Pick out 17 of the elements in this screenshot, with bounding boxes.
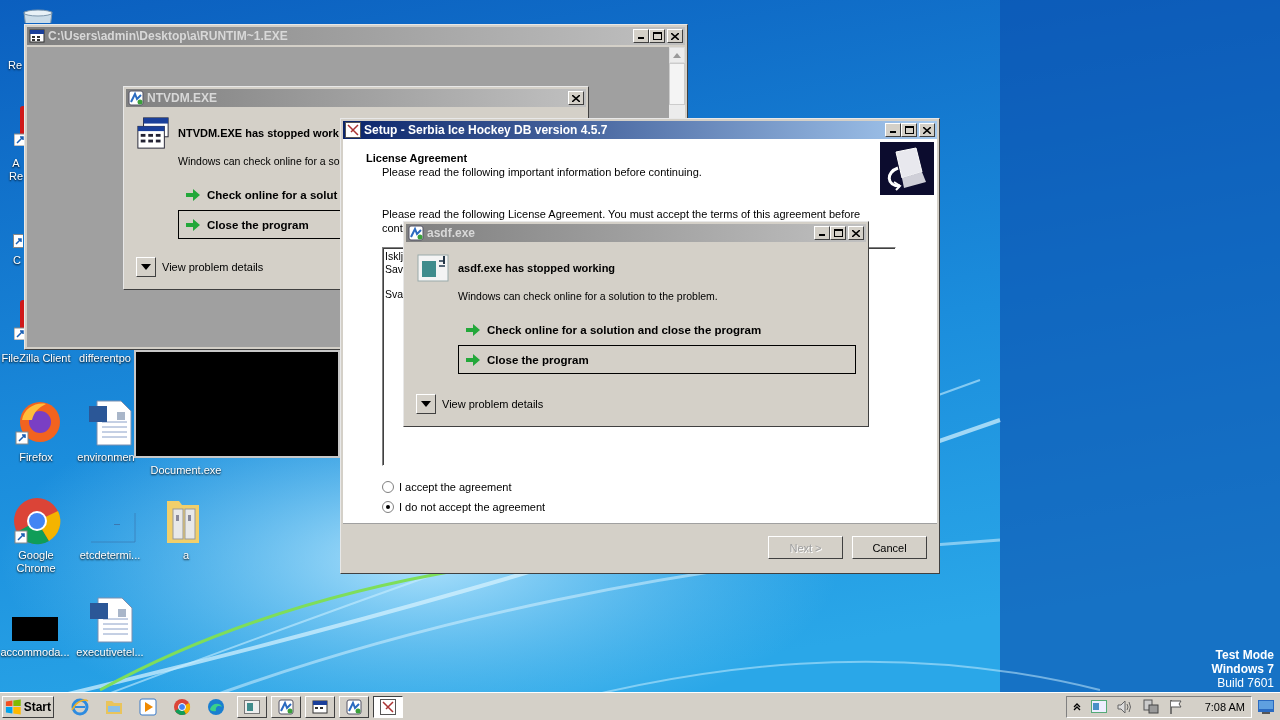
instruction-text: cont [382,221,403,235]
instruction-text: Please read the following License Agreement. You must accept the terms of this agreement before [382,207,861,221]
page-subheading: Please read the following important information before continuing. [382,165,702,179]
page-heading: License Agreement [366,151,469,165]
error-heading: asdf.exe has stopped working [458,262,616,274]
window-title: NTVDM.EXE [147,91,218,105]
license-text: Isklj Sav [385,250,404,276]
system-watermark-text: Test Mode [1215,648,1274,662]
window-title: C:\Users\admin\Desktop\a\RUNTIM~1.EXE [48,29,289,43]
system-watermark-text: Windows 7 [1211,662,1274,676]
window-title: Setup - Serbia Ice Hockey DB version 4.5.7 [364,123,609,137]
error-heading: NTVDM.EXE has stopped work [178,127,339,139]
system-watermark-text: Build 7601 [1217,676,1274,690]
window-title: asdf.exe [427,226,477,240]
license-text: Sva [385,288,404,301]
error-message: Windows can check online for a solution to the problem. [458,290,718,303]
error-message: Windows can check online for a so [178,155,340,168]
